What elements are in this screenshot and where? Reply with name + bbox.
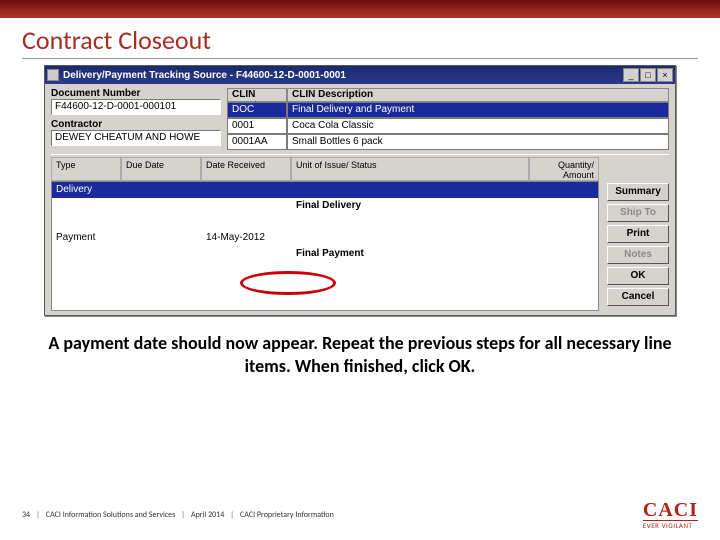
- slide-footer: 34 | CACI Information Solutions and Serv…: [0, 500, 720, 530]
- cell-qty: [528, 230, 598, 246]
- cell-qty: [528, 246, 598, 262]
- notes-button[interactable]: Notes: [607, 246, 669, 264]
- app-window: Delivery/Payment Tracking Source - F4460…: [44, 65, 676, 316]
- cell-received: [202, 182, 292, 198]
- table-row[interactable]: Final Payment: [52, 246, 598, 262]
- cell-due: [122, 214, 202, 230]
- separator: |: [36, 510, 40, 520]
- upper-panel: Document Number F44600-12-D-0001-000101 …: [45, 84, 675, 152]
- minimize-button[interactable]: _: [623, 68, 639, 82]
- shipto-button[interactable]: Ship To: [607, 204, 669, 222]
- cell-due: [122, 198, 202, 214]
- button-column: Summary Ship To Print Notes OK Cancel: [607, 157, 669, 311]
- titlebar: Delivery/Payment Tracking Source - F4460…: [45, 66, 675, 84]
- mid-panel: Type Due Date Date Received Unit of Issu…: [45, 157, 675, 315]
- cell-due: [122, 246, 202, 262]
- print-button[interactable]: Print: [607, 225, 669, 243]
- cell-due: [122, 230, 202, 246]
- slide-caption: A payment date should now appear. Repeat…: [30, 332, 690, 377]
- footer-org: CACI Information Solutions and Services: [46, 510, 175, 520]
- cell-status: [292, 182, 528, 198]
- col-due-date: Due Date: [121, 157, 201, 181]
- table-row[interactable]: [52, 214, 598, 230]
- clin-cell-desc: Small Bottles 6 pack: [287, 134, 669, 150]
- clin-row[interactable]: 0001AA Small Bottles 6 pack: [227, 134, 669, 150]
- footer-proprietary: CACI Proprietary Information: [240, 510, 334, 520]
- cell-received: [202, 214, 292, 230]
- cell-status: Final Delivery: [292, 198, 528, 214]
- label-doc-number: Document Number: [51, 88, 221, 99]
- clin-header-number: CLIN Number: [227, 88, 287, 102]
- summary-button[interactable]: Summary: [607, 183, 669, 201]
- cell-type: Delivery: [52, 182, 122, 198]
- screenshot-area: Delivery/Payment Tracking Source - F4460…: [44, 65, 676, 316]
- clin-cell-num: DOC: [227, 102, 287, 118]
- clin-row[interactable]: 0001 Coca Cola Classic: [227, 118, 669, 134]
- cell-type: [52, 214, 122, 230]
- grid-body[interactable]: Delivery Final Delivery: [51, 181, 599, 311]
- cell-type: [52, 198, 122, 214]
- field-contractor[interactable]: DEWEY CHEATUM AND HOWE: [51, 130, 221, 146]
- table-row[interactable]: Final Delivery: [52, 198, 598, 214]
- separator: |: [181, 510, 185, 520]
- divider: [51, 154, 669, 155]
- clin-cell-desc: Coca Cola Classic: [287, 118, 669, 134]
- cell-type: [52, 246, 122, 262]
- document-panel: Document Number F44600-12-D-0001-000101 …: [51, 88, 221, 150]
- grid-zone: Type Due Date Date Received Unit of Issu…: [51, 157, 599, 311]
- cell-status: Final Payment: [292, 246, 528, 262]
- field-doc-number[interactable]: F44600-12-D-0001-000101: [51, 99, 221, 115]
- col-date-received: Date Received: [201, 157, 291, 181]
- footer-date: April 2014: [191, 510, 224, 520]
- cell-due: [122, 182, 202, 198]
- table-row[interactable]: Delivery: [52, 182, 598, 198]
- window-title: Delivery/Payment Tracking Source - F4460…: [63, 70, 623, 81]
- ok-button[interactable]: OK: [607, 267, 669, 285]
- cell-status: [292, 214, 528, 230]
- logo-text: CACI: [643, 500, 698, 521]
- close-button[interactable]: ×: [657, 68, 673, 82]
- grid-header: Type Due Date Date Received Unit of Issu…: [51, 157, 599, 181]
- separator: |: [230, 510, 234, 520]
- cell-status: [292, 230, 528, 246]
- logo-tagline: EVER VIGILANT: [643, 521, 693, 530]
- caci-logo: CACI EVER VIGILANT: [643, 500, 698, 530]
- cell-received: [202, 246, 292, 262]
- cell-received: [202, 198, 292, 214]
- cell-qty: [528, 214, 598, 230]
- col-unit-status: Unit of Issue/ Status: [291, 157, 529, 181]
- clin-cell-num: 0001: [227, 118, 287, 134]
- clin-panel: CLIN Number CLIN Description DOC Final D…: [227, 88, 669, 150]
- clin-header-desc: CLIN Description: [287, 88, 669, 102]
- label-contractor: Contractor: [51, 119, 221, 130]
- clin-cell-num: 0001AA: [227, 134, 287, 150]
- app-icon: [47, 69, 59, 81]
- cell-received: 14-May-2012: [202, 230, 292, 246]
- clin-cell-desc: Final Delivery and Payment: [287, 102, 669, 118]
- table-row[interactable]: Payment 14-May-2012: [52, 230, 598, 246]
- title-underline: [22, 58, 698, 59]
- slide-title: Contract Closeout: [0, 18, 720, 56]
- cancel-button[interactable]: Cancel: [607, 288, 669, 306]
- maximize-button[interactable]: □: [640, 68, 656, 82]
- cell-qty: [528, 198, 598, 214]
- col-type: Type: [51, 157, 121, 181]
- col-qty-amount: Quantity/ Amount: [529, 157, 599, 181]
- page-number: 34: [22, 510, 30, 520]
- cell-qty: [528, 182, 598, 198]
- clin-row[interactable]: DOC Final Delivery and Payment: [227, 102, 669, 118]
- slide-top-bar: [0, 0, 720, 18]
- cell-type: Payment: [52, 230, 122, 246]
